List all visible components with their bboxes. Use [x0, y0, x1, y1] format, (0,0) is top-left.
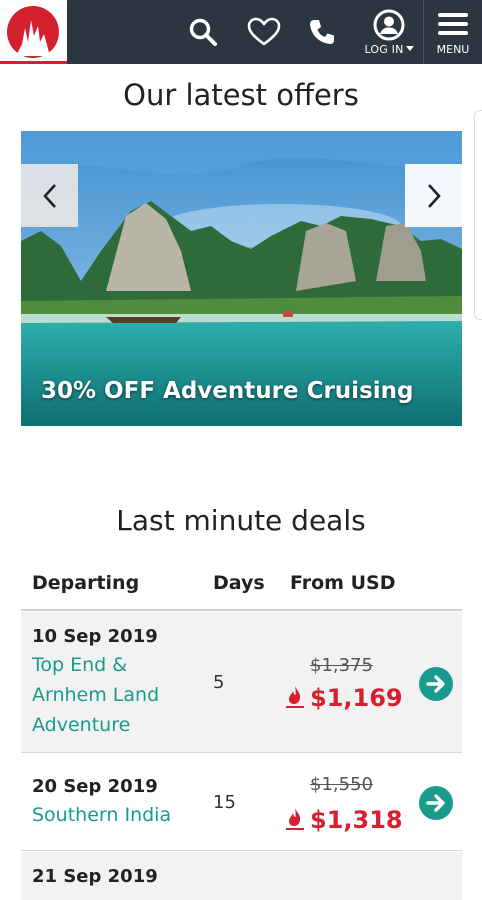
deal-original-price: $1,550 [310, 774, 373, 795]
table-row[interactable]: 20 Sep 2019 Southern India 15 $1,550 $1,… [21, 754, 462, 851]
chevron-left-icon [42, 183, 56, 208]
deals-title: Last minute deals [116, 504, 366, 537]
deal-date: 20 Sep 2019 [32, 776, 158, 797]
deals-table-header: Departing Days From USD [21, 566, 462, 611]
deal-original-price: $1,375 [310, 655, 373, 676]
brand-logo[interactable] [0, 0, 67, 64]
column-price: From USD [290, 572, 396, 594]
carousel-next-button[interactable] [405, 164, 462, 227]
top-nav-bar: LOG IN MENU [0, 0, 482, 64]
login-label: LOG IN [358, 43, 420, 56]
deal-date: 10 Sep 2019 [32, 626, 158, 647]
slide-caption[interactable]: 30% OFF Adventure Cruising [41, 378, 413, 404]
user-icon [373, 9, 405, 41]
search-button[interactable] [184, 0, 222, 64]
menu-button[interactable]: MENU [423, 0, 482, 64]
offers-title: Our latest offers [123, 78, 359, 112]
caret-down-icon [405, 46, 414, 51]
deal-sale-price-value: $1,169 [310, 684, 403, 712]
deal-sale-price: $1,318 [286, 806, 403, 834]
deal-date: 21 Sep 2019 [32, 866, 158, 887]
column-days: Days [213, 572, 265, 594]
deal-tour-link[interactable]: Southern India [32, 800, 202, 830]
phone-icon [310, 20, 334, 44]
deal-sale-price-value: $1,318 [310, 806, 403, 834]
flame-icon [286, 808, 304, 830]
side-scroll-handle[interactable] [474, 110, 482, 320]
flame-icon [286, 686, 304, 708]
arrow-right-circle-icon[interactable] [419, 786, 453, 820]
table-row[interactable]: 10 Sep 2019 Top End & Arnhem Land Advent… [21, 612, 462, 753]
column-departing: Departing [32, 572, 140, 594]
deal-days: 5 [213, 672, 225, 693]
chevron-right-icon [427, 183, 441, 208]
heart-icon [247, 17, 281, 46]
offers-carousel[interactable]: 30% OFF Adventure Cruising [21, 131, 462, 426]
menu-icon [438, 13, 468, 35]
deal-sale-price: $1,169 [286, 684, 403, 712]
table-row[interactable]: 21 Sep 2019 [21, 852, 462, 900]
deal-days: 15 [213, 792, 236, 813]
carousel-prev-button[interactable] [21, 164, 78, 227]
wishlist-button[interactable] [244, 0, 284, 64]
call-button[interactable] [304, 0, 340, 64]
menu-label: MENU [436, 43, 470, 56]
login-button[interactable]: LOG IN [358, 0, 420, 64]
arrow-right-circle-icon[interactable] [419, 667, 453, 701]
deal-tour-link[interactable]: Top End & Arnhem Land Adventure [32, 650, 192, 740]
search-icon [189, 18, 217, 46]
logo-icon [7, 6, 59, 58]
